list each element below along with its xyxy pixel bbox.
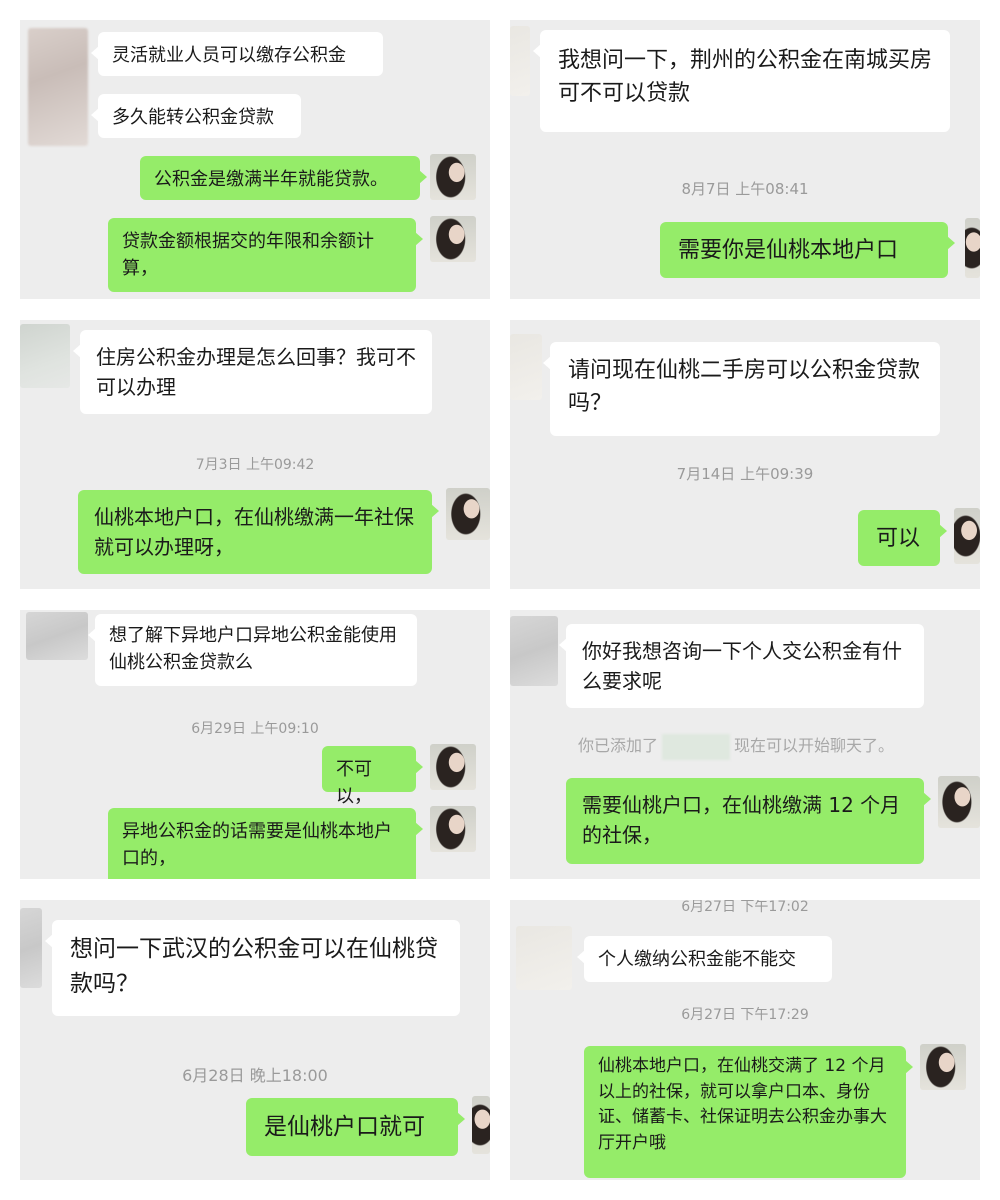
message-timestamp: 7月3日 上午09:42 <box>195 457 315 473</box>
message-timestamp: 6月28日 晚上18:00 <box>182 1066 328 1085</box>
user-avatar[interactable] <box>920 1044 966 1090</box>
outgoing-message[interactable]: 公积金是缴满半年就能贷款。 <box>140 156 427 200</box>
incoming-message[interactable]: 想问一下武汉的公积金可以在仙桃贷款吗？ <box>45 920 460 1016</box>
user-avatar[interactable] <box>965 218 980 278</box>
outgoing-message[interactable]: 是仙桃户口就可 <box>246 1098 465 1156</box>
contact-avatar[interactable] <box>516 926 572 990</box>
contact-avatar[interactable] <box>20 324 70 388</box>
incoming-message[interactable]: 个人缴纳公积金能不能交 <box>577 936 832 982</box>
outgoing-message[interactable]: 不可以， <box>322 746 423 807</box>
incoming-message[interactable]: 我想问一下，荆州的公积金在南城买房可不可以贷款 <box>533 30 950 132</box>
user-avatar[interactable] <box>430 154 476 200</box>
system-notice-prefix: 你已添加了 <box>578 736 659 755</box>
contact-avatar[interactable] <box>26 612 88 660</box>
chat-panel-2: 我想问一下，荆州的公积金在南城买房可不可以贷款 8月7日 上午08:41 需要你… <box>510 20 980 299</box>
incoming-message[interactable]: 请问现在仙桃二手房可以公积金贷款吗？ <box>543 342 940 436</box>
message-timestamp: 6月29日 上午09:10 <box>191 721 319 737</box>
chat-panel-7: 想问一下武汉的公积金可以在仙桃贷款吗？ 6月28日 晚上18:00 是仙桃户口就… <box>20 900 490 1180</box>
system-notice-suffix: 现在可以开始聊天了。 <box>734 736 895 755</box>
incoming-message[interactable]: 你好我想咨询一下个人交公积金有什么要求呢 <box>559 624 924 708</box>
incoming-message[interactable]: 想了解下异地户口异地公积金能使用仙桃公积金贷款么 <box>88 614 417 686</box>
user-avatar[interactable] <box>446 488 490 540</box>
chat-panel-8: 6月27日 下午17:02 个人缴纳公积金能不能交 6月27日 下午17:29 … <box>510 900 980 1180</box>
message-timestamp: 7月14日 上午09:39 <box>676 465 814 483</box>
contact-avatar[interactable] <box>28 28 88 146</box>
outgoing-message[interactable]: 贷款金额根据交的年限和余额计算， <box>108 218 423 292</box>
outgoing-message[interactable]: 需要仙桃户口，在仙桃缴满 12 个月的社保， <box>566 778 931 864</box>
outgoing-message[interactable]: 需要你是仙桃本地户口 <box>660 222 955 278</box>
redacted-name <box>662 733 731 760</box>
incoming-message[interactable]: 多久能转公积金贷款 <box>91 94 301 138</box>
contact-avatar[interactable] <box>510 334 542 400</box>
chat-panel-6: 你好我想咨询一下个人交公积金有什么要求呢 你已添加了 现在可以开始聊天了。 需要仙… <box>510 610 980 879</box>
outgoing-message[interactable]: 可以 <box>858 510 947 566</box>
system-notice: 你已添加了 现在可以开始聊天了。 <box>578 732 894 760</box>
outgoing-message[interactable]: 仙桃本地户口，在仙桃缴满一年社保就可以办理呀， <box>78 490 439 574</box>
user-avatar[interactable] <box>954 508 980 564</box>
user-avatar[interactable] <box>430 744 476 790</box>
chat-panel-4: 请问现在仙桃二手房可以公积金贷款吗？ 7月14日 上午09:39 可以 <box>510 320 980 589</box>
incoming-message[interactable]: 住房公积金办理是怎么回事？我可不可以办理 <box>73 330 432 414</box>
contact-avatar[interactable] <box>510 26 530 96</box>
contact-avatar[interactable] <box>20 908 42 988</box>
chat-panel-3: 住房公积金办理是怎么回事？我可不可以办理 7月3日 上午09:42 仙桃本地户口… <box>20 320 490 589</box>
user-avatar[interactable] <box>472 1096 490 1154</box>
message-timestamp: 8月7日 上午08:41 <box>681 180 809 198</box>
user-avatar[interactable] <box>430 806 476 852</box>
user-avatar[interactable] <box>938 776 980 828</box>
outgoing-message[interactable]: 仙桃本地户口，在仙桃交满了 12 个月以上的社保，就可以拿户口本、身份证、储蓄卡… <box>584 1046 913 1178</box>
chat-panel-5: 想了解下异地户口异地公积金能使用仙桃公积金贷款么 6月29日 上午09:10 不… <box>20 610 490 879</box>
message-timestamp: 6月27日 下午17:29 <box>681 1007 809 1023</box>
incoming-message[interactable]: 灵活就业人员可以缴存公积金 <box>91 32 383 76</box>
contact-avatar[interactable] <box>510 616 558 686</box>
chat-panel-1: 灵活就业人员可以缴存公积金 多久能转公积金贷款 公积金是缴满半年就能贷款。 贷款… <box>20 20 490 299</box>
user-avatar[interactable] <box>430 216 476 262</box>
message-timestamp: 6月27日 下午17:02 <box>681 900 809 915</box>
outgoing-message[interactable]: 异地公积金的话需要是仙桃本地户口的， <box>108 808 423 879</box>
